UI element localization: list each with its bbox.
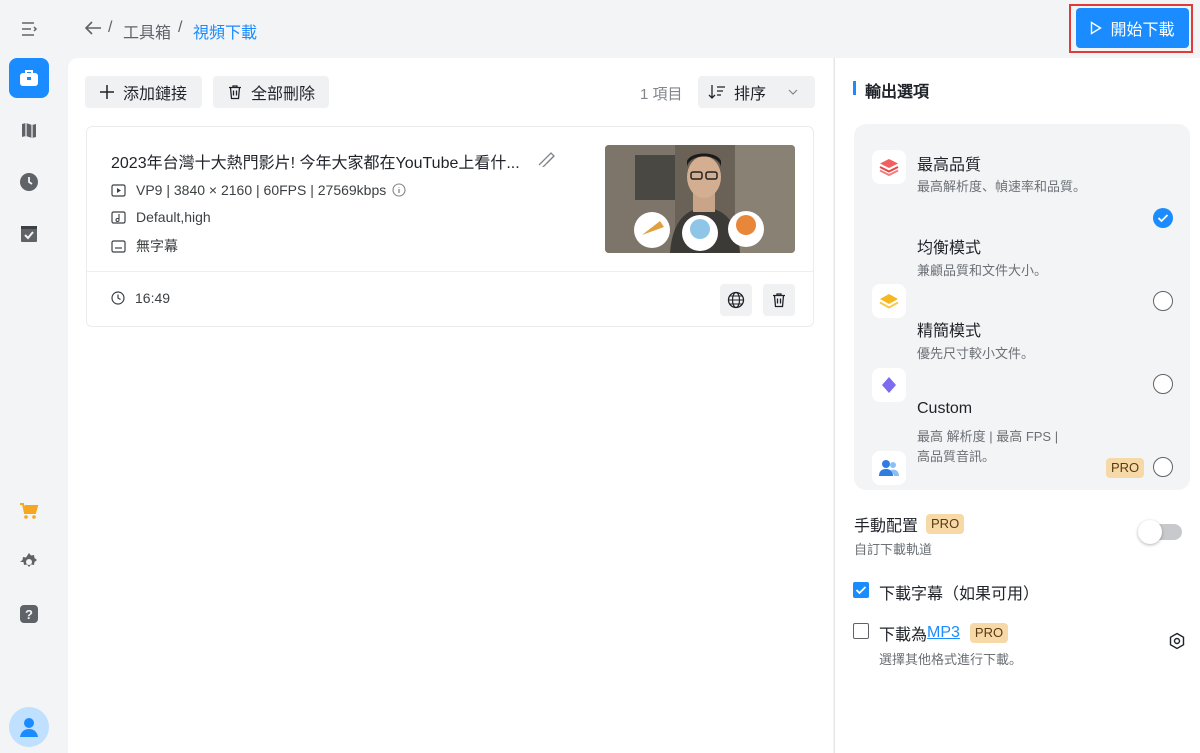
help-icon[interactable]: ? xyxy=(9,594,49,634)
output-options-title: 輸出選項 xyxy=(853,78,929,102)
breadcrumb-parent[interactable]: 工具箱 xyxy=(123,19,171,43)
pro-badge: PRO xyxy=(969,623,1009,643)
manual-config-toggle[interactable] xyxy=(1138,520,1182,544)
svg-text:?: ? xyxy=(25,607,33,622)
download-mp3-row: 下載為 MP3 PRO xyxy=(879,621,1009,645)
download-mp3-desc: 選擇其他格式進行下載。 xyxy=(879,652,1023,667)
quality-option-desc: 最高 解析度 | 最高 FPS | xyxy=(917,429,1059,444)
radio-compact[interactable] xyxy=(1153,374,1173,394)
delete-all-label: 全部刪除 xyxy=(251,86,316,103)
download-subtitle-checkbox[interactable] xyxy=(853,582,869,598)
menu-icon[interactable] xyxy=(9,9,49,49)
chevron-down-icon xyxy=(788,89,798,95)
video-card: 2023年台灣十大熱門影片! 今年大家都在YouTube上看什... VP9 |… xyxy=(86,126,814,327)
quality-option-title: 最高品質 xyxy=(917,157,982,174)
check-icon xyxy=(1157,214,1169,223)
sort-dropdown[interactable]: 排序 xyxy=(698,76,815,108)
delete-item-button[interactable] xyxy=(763,284,795,316)
download-mp3-label: 下載為 xyxy=(879,627,928,644)
quality-option-desc: 兼顧品質和文件大小。 xyxy=(917,263,1048,278)
play-icon xyxy=(1091,21,1103,35)
card-divider xyxy=(87,271,813,272)
avatar-icon[interactable] xyxy=(9,707,49,747)
delete-all-button[interactable]: 全部刪除 xyxy=(213,76,329,108)
manual-config-desc: 自訂下載軌道 xyxy=(854,542,933,557)
sidebar: ? xyxy=(0,0,58,753)
mp3-link[interactable]: MP3 xyxy=(927,624,960,642)
breadcrumb-separator: / xyxy=(178,19,183,36)
sort-label: 排序 xyxy=(734,86,767,103)
main-panel: 添加鏈接 全部刪除 1 項目 排序 2023年台灣十大熱門影片! 今年大家都在Y… xyxy=(68,58,833,753)
download-subtitle-label: 下載字幕（如果可用） xyxy=(879,586,1040,603)
back-arrow-icon[interactable] xyxy=(82,17,104,39)
pro-badge: PRO xyxy=(1106,458,1145,478)
quality-option-desc: 優先尺寸較小文件。 xyxy=(917,346,1035,361)
output-options-panel: 輸出選項 最高品質 最高解析度、幀速率和品質。 均衡模式 兼顧品質和文件大小。 … xyxy=(834,58,1200,753)
trash-icon xyxy=(773,293,785,308)
video-duration: 16:49 xyxy=(135,290,171,306)
check-icon xyxy=(855,586,867,595)
quality-option-title: 均衡模式 xyxy=(917,240,982,257)
download-mp3-checkbox[interactable] xyxy=(853,623,869,639)
info-icon[interactable] xyxy=(392,183,406,197)
start-download-label: 開始下載 xyxy=(1110,22,1175,39)
header: / 工具箱 / 視頻下載 xyxy=(68,0,1200,58)
duration-row: 16:49 xyxy=(111,290,170,306)
radio-highest-quality[interactable] xyxy=(1153,208,1173,228)
clock-icon xyxy=(111,291,125,305)
radio-balanced[interactable] xyxy=(1153,291,1173,311)
video-thumbnail xyxy=(605,145,795,253)
cart-icon[interactable] xyxy=(9,491,49,531)
item-count: 1 項目 xyxy=(640,86,683,103)
tasks-icon[interactable] xyxy=(9,214,49,254)
users-blue-icon xyxy=(872,451,906,485)
pro-badge: PRO xyxy=(926,514,965,534)
toggle-knob xyxy=(1138,520,1162,544)
plus-icon xyxy=(100,85,114,99)
sort-icon xyxy=(708,85,725,99)
manual-config-row: 手動配置 PRO xyxy=(854,512,965,536)
edit-icon[interactable] xyxy=(537,151,557,167)
subtitle-status: 無字幕 xyxy=(136,238,178,254)
add-link-button[interactable]: 添加鏈接 xyxy=(85,76,202,108)
audio-row: Default,high xyxy=(111,209,211,225)
video-format: VP9 | 3840 × 2160 | 60FPS | 27569kbps xyxy=(136,182,387,198)
video-format-row: VP9 | 3840 × 2160 | 60FPS | 27569kbps xyxy=(111,182,406,198)
breadcrumb-separator: / xyxy=(108,19,113,36)
toolbox-icon[interactable] xyxy=(9,58,49,98)
breadcrumb-current: 視頻下載 xyxy=(193,25,258,42)
subtitle-row: 無字幕 xyxy=(111,236,178,256)
quality-option-title: 精簡模式 xyxy=(917,323,982,340)
manual-config-title: 手動配置 xyxy=(854,518,919,535)
add-link-label: 添加鏈接 xyxy=(123,86,188,103)
library-icon[interactable] xyxy=(9,110,49,150)
video-title: 2023年台灣十大熱門影片! 今年大家都在YouTube上看什... xyxy=(111,155,520,172)
quality-option-title: Custom xyxy=(917,400,973,417)
quality-option-desc: 最高解析度、幀速率和品質。 xyxy=(917,179,1087,194)
layers-yellow-icon xyxy=(872,284,906,318)
start-download-button[interactable]: 開始下載 xyxy=(1076,8,1189,48)
audio-track: Default,high xyxy=(136,209,211,225)
quality-options: 最高品質 最高解析度、幀速率和品質。 均衡模式 兼顧品質和文件大小。 精簡模式 … xyxy=(854,124,1190,490)
diamond-purple-icon xyxy=(872,368,906,402)
audio-icon xyxy=(111,210,126,224)
video-icon xyxy=(111,183,126,197)
trash-icon xyxy=(229,85,241,100)
subtitle-icon xyxy=(111,239,126,253)
history-icon[interactable] xyxy=(9,162,49,202)
format-settings-icon[interactable] xyxy=(1168,632,1186,650)
gear-icon[interactable] xyxy=(9,542,49,582)
globe-button[interactable] xyxy=(720,284,752,316)
radio-custom[interactable] xyxy=(1153,457,1173,477)
globe-icon xyxy=(727,291,745,309)
layers-red-icon xyxy=(872,150,906,184)
quality-option-desc: 高品質音訊。 xyxy=(917,449,996,464)
